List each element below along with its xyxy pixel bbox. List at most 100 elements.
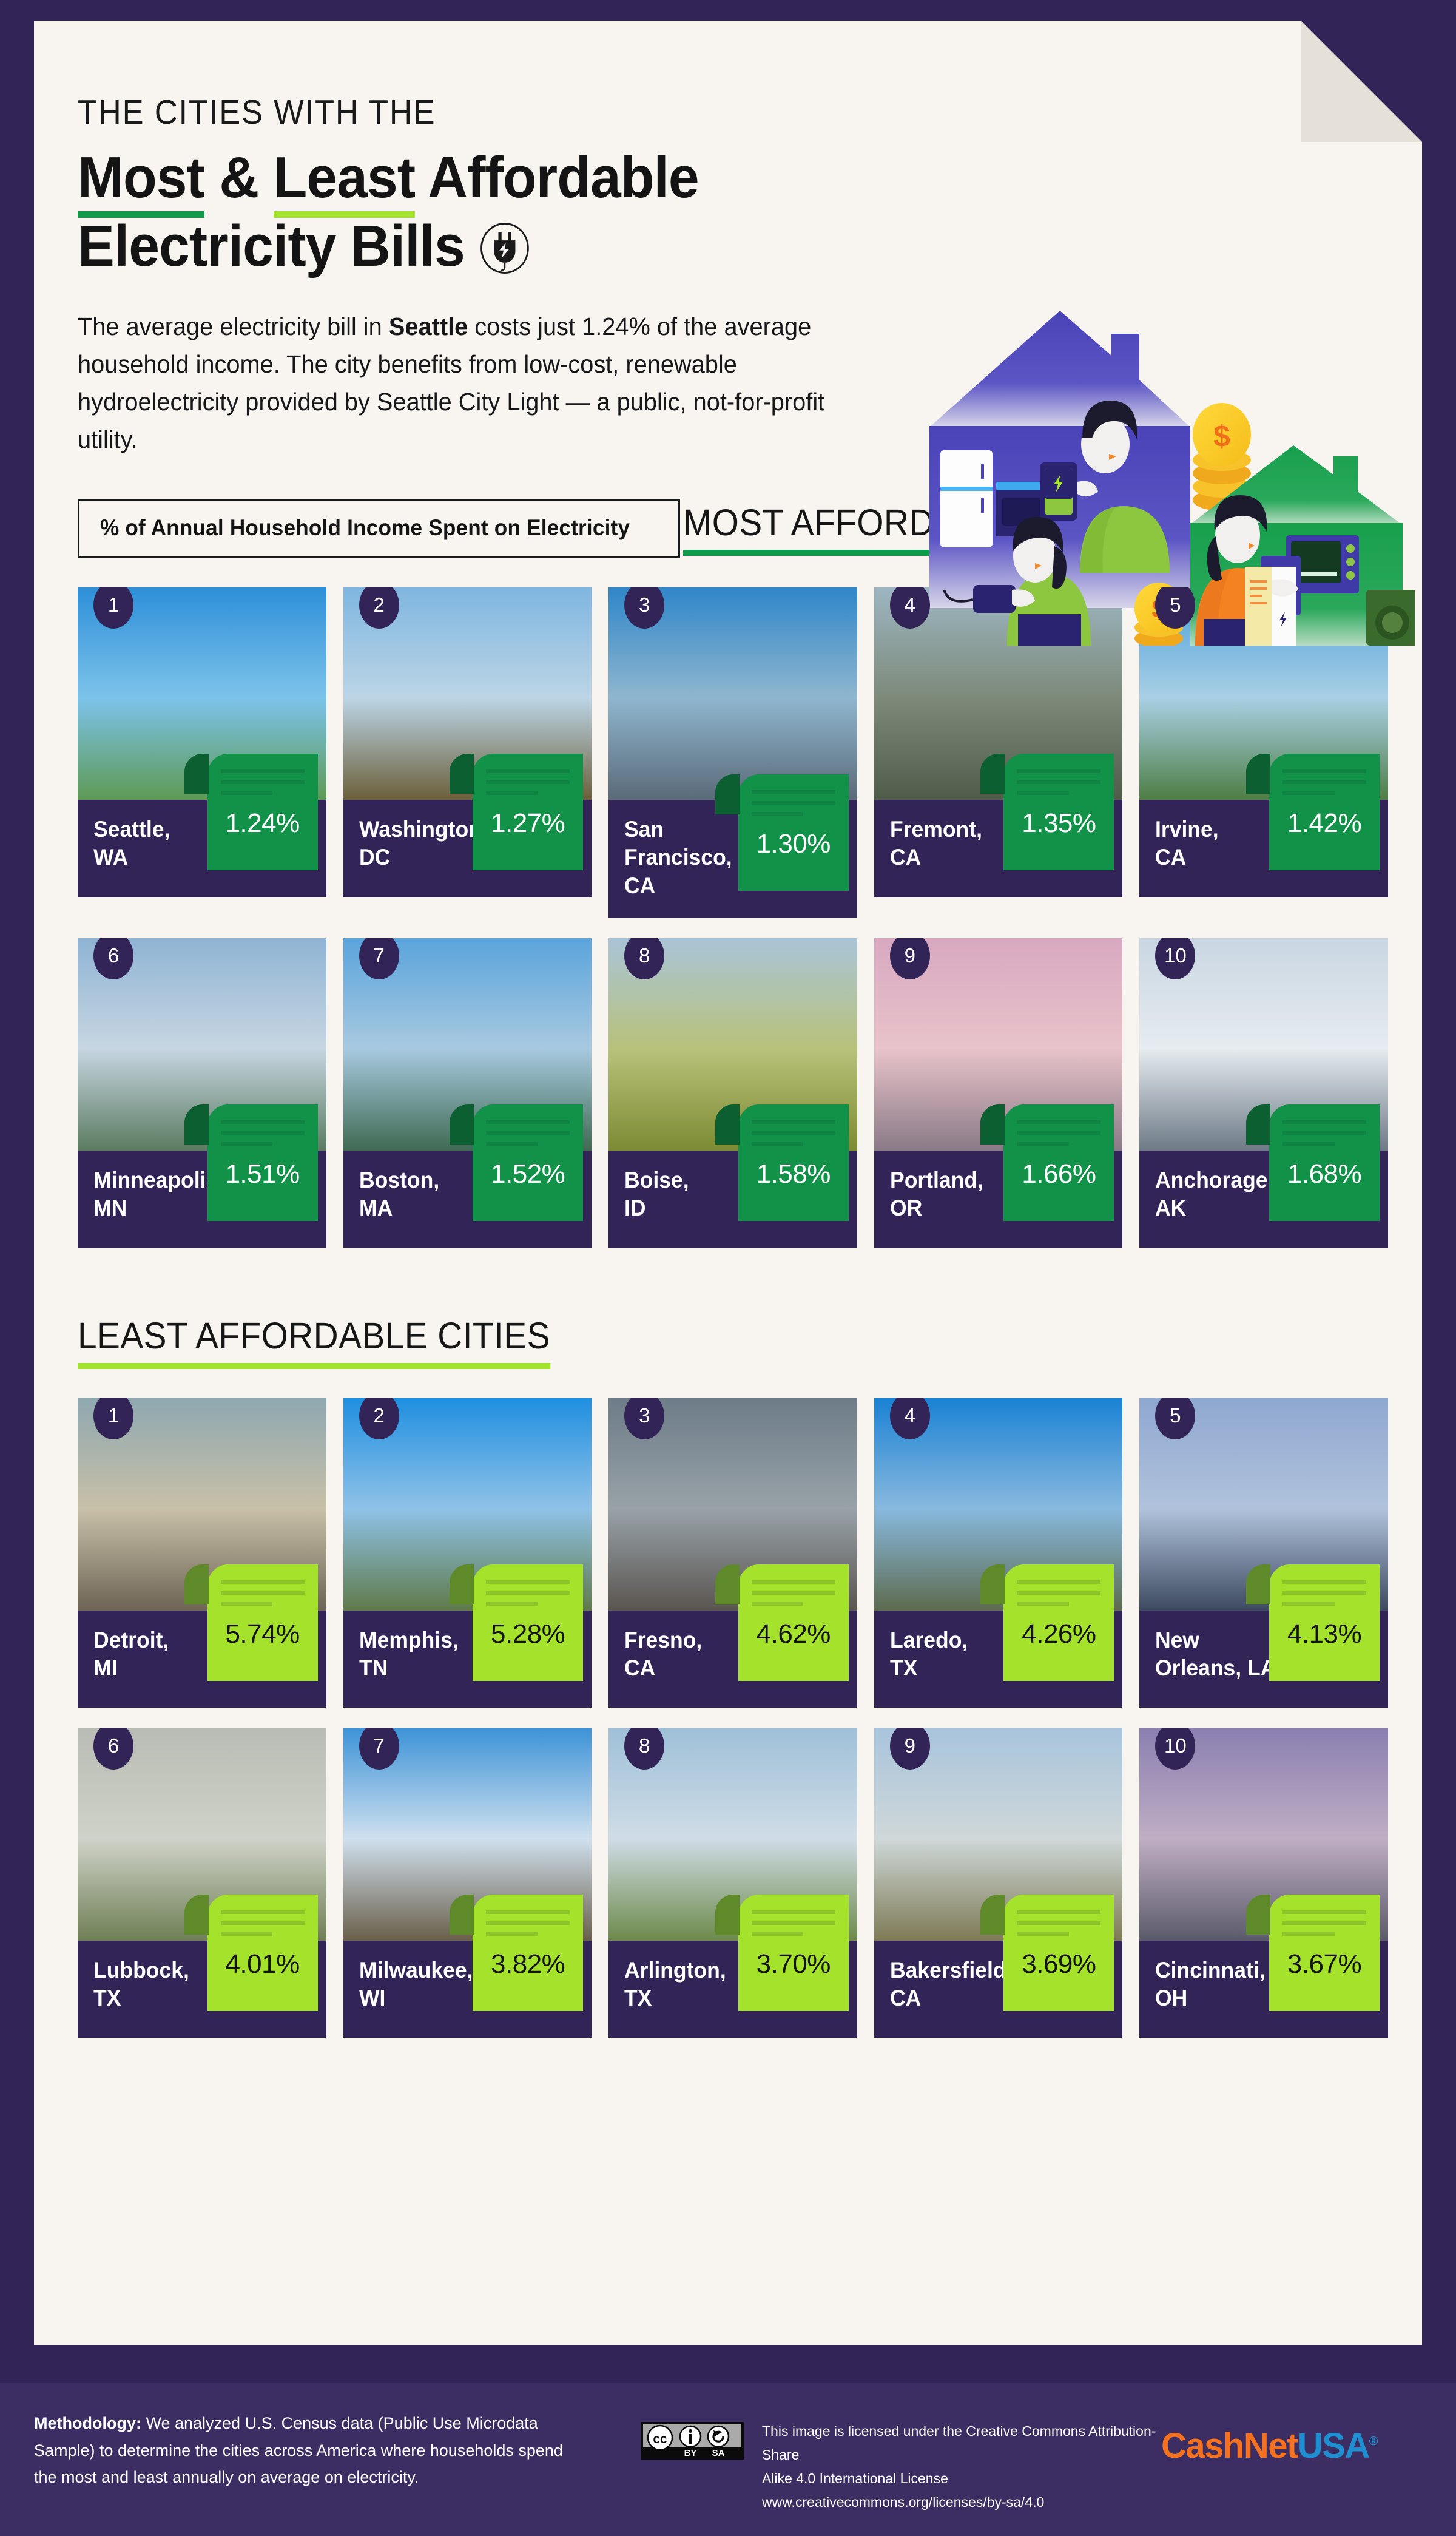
percent-value: 3.67% — [1287, 1949, 1362, 1979]
city-name: Boise, ID — [624, 1167, 689, 1221]
logo-usa: USA — [1297, 2426, 1370, 2466]
city-label-bar: Detroit, MI 5.74% — [78, 1611, 326, 1708]
city-card[interactable]: 3 Fresno, CA 4.62% — [608, 1398, 857, 1708]
receipt-tag: 1.51% — [207, 1104, 318, 1221]
city-card[interactable]: 5 New Orleans, LA 4.13% — [1139, 1398, 1388, 1708]
city-name: Fremont, CA — [889, 816, 982, 870]
svg-text:$: $ — [1213, 419, 1230, 453]
percent-value: 1.68% — [1287, 1158, 1362, 1189]
percent-value: 3.70% — [756, 1949, 831, 1979]
city-name: Washington, DC — [359, 816, 488, 870]
city-card[interactable]: 6 Minneapolis, MN 1.51% — [78, 938, 326, 1248]
city-card[interactable]: 8 Arlington, TX 3.70% — [608, 1728, 857, 2038]
city-name: Minneapolis, MN — [93, 1167, 224, 1221]
receipt-lines — [1269, 769, 1380, 795]
percent-value: 4.62% — [756, 1618, 831, 1649]
logo-cash-net: CashNet — [1161, 2426, 1298, 2466]
city-card[interactable]: 1 Detroit, MI 5.74% — [78, 1398, 326, 1708]
city-label-bar: Minneapolis, MN 1.51% — [78, 1151, 326, 1248]
city-name: San Francisco, CA — [624, 816, 732, 898]
section-heading-least-affordable: LEAST AFFORDABLE CITIES — [78, 1314, 550, 1369]
cashnetusa-logo[interactable]: CashNetUSA® — [1161, 2426, 1378, 2466]
receipt-curl — [980, 1895, 1005, 1935]
svg-text:SA: SA — [712, 2448, 725, 2458]
city-card[interactable]: 4 Laredo, TX 4.26% — [874, 1398, 1123, 1708]
city-name: Boston, MA — [359, 1167, 439, 1221]
footer-bar: Methodology: We analyzed U.S. Census dat… — [0, 2383, 1456, 2536]
receipt-tag: 1.42% — [1269, 754, 1380, 870]
city-card[interactable]: 3 San Francisco, CA 1.30% — [608, 587, 857, 918]
receipt-tag: 4.26% — [1003, 1564, 1114, 1681]
receipt-tag: 1.68% — [1269, 1104, 1380, 1221]
receipt-tag: 1.24% — [207, 754, 318, 870]
city-card[interactable]: 10 Anchorage, AK 1.68% — [1139, 938, 1388, 1248]
receipt-lines — [207, 1120, 318, 1146]
receipt-lines — [1269, 1910, 1380, 1936]
receipt-tag: 1.27% — [473, 754, 583, 870]
city-label-bar: Portland, OR 1.66% — [874, 1151, 1123, 1248]
legend-label: % of Annual Household Income Spent on El… — [100, 515, 630, 540]
city-label-bar: Memphis, TN 5.28% — [343, 1611, 592, 1708]
city-card[interactable]: 2 Washington, DC 1.27% — [343, 587, 592, 918]
city-label-bar: Fremont, CA 1.35% — [874, 800, 1123, 897]
city-card[interactable]: 9 Bakersfield, CA 3.69% — [874, 1728, 1123, 2038]
title-word-most: Most — [78, 145, 204, 218]
city-card[interactable]: 7 Boston, MA 1.52% — [343, 938, 592, 1248]
receipt-lines — [207, 769, 318, 795]
receipt-lines — [473, 1910, 583, 1936]
percent-value: 1.52% — [491, 1158, 565, 1189]
receipt-tag: 3.67% — [1269, 1895, 1380, 2011]
receipt-curl — [450, 754, 474, 794]
receipt-tag: 1.30% — [738, 774, 849, 891]
receipt-tag: 4.13% — [1269, 1564, 1380, 1681]
receipt-curl — [980, 1564, 1005, 1604]
city-label-bar: Laredo, TX 4.26% — [874, 1611, 1123, 1708]
city-photo: 3 — [608, 587, 857, 800]
title-word-least: Least — [274, 145, 415, 218]
city-name: Memphis, TN — [359, 1627, 459, 1681]
percent-value: 4.26% — [1022, 1618, 1096, 1649]
city-name: Laredo, TX — [889, 1627, 968, 1681]
license-url[interactable]: www.creativecommons.org/licenses/by-sa/4… — [762, 2490, 1187, 2514]
city-card[interactable]: 6 Lubbock, TX 4.01% — [78, 1728, 326, 2038]
city-label-bar: Seattle, WA 1.24% — [78, 800, 326, 897]
city-label-bar: New Orleans, LA 4.13% — [1139, 1611, 1388, 1708]
intro-city-highlight: Seattle — [388, 312, 468, 340]
city-card[interactable]: 2 Memphis, TN 5.28% — [343, 1398, 592, 1708]
receipt-tag: 4.01% — [207, 1895, 318, 2011]
city-name: New Orleans, LA — [1155, 1627, 1276, 1681]
receipt-tag: 1.52% — [473, 1104, 583, 1221]
receipt-lines — [473, 1580, 583, 1606]
receipt-curl — [980, 754, 1005, 794]
percent-value: 4.01% — [225, 1949, 300, 1979]
legend-box: % of Annual Household Income Spent on El… — [78, 499, 680, 558]
city-name: Arlington, TX — [624, 1957, 726, 2011]
receipt-lines — [1269, 1580, 1380, 1606]
city-card[interactable]: 10 Cincinnati, OH 3.67% — [1139, 1728, 1388, 2038]
city-label-bar: Lubbock, TX 4.01% — [78, 1941, 326, 2038]
city-name: Detroit, MI — [93, 1627, 169, 1681]
zigzag-divider — [34, 2346, 1422, 2385]
title-ampersand: & — [219, 145, 259, 210]
license-line-2: Alike 4.0 International License — [762, 2470, 948, 2487]
plug-icon — [479, 220, 531, 276]
methodology-text: Methodology: We analyzed U.S. Census dat… — [34, 2410, 580, 2491]
percent-value: 1.51% — [225, 1158, 300, 1189]
city-card[interactable]: 1 Seattle, WA 1.24% — [78, 587, 326, 918]
percent-value: 4.13% — [1287, 1618, 1362, 1649]
receipt-tag: 4.62% — [738, 1564, 849, 1681]
city-name: Anchorage, AK — [1155, 1167, 1274, 1221]
creative-commons-badge: cc BY SA — [641, 2422, 744, 2463]
percent-value: 1.66% — [1022, 1158, 1096, 1189]
receipt-lines — [738, 1120, 849, 1146]
city-card[interactable]: 7 Milwaukee, WI 3.82% — [343, 1728, 592, 2038]
city-label-bar: Boise, ID 1.58% — [608, 1151, 857, 1248]
receipt-lines — [738, 1580, 849, 1606]
city-card[interactable]: 8 Boise, ID 1.58% — [608, 938, 857, 1248]
city-label-bar: Washington, DC 1.27% — [343, 800, 592, 897]
city-card[interactable]: 9 Portland, OR 1.66% — [874, 938, 1123, 1248]
city-label-bar: Bakersfield, CA 3.69% — [874, 1941, 1123, 2038]
receipt-lines — [473, 1120, 583, 1146]
receipt-tag: 1.66% — [1003, 1104, 1114, 1221]
receipt-tag: 3.82% — [473, 1895, 583, 2011]
